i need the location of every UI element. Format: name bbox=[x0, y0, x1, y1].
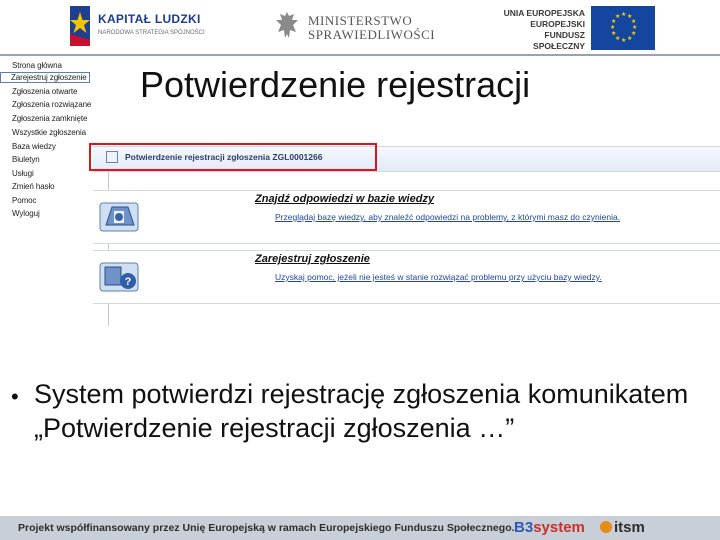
sidebar-item-register-ticket[interactable]: Zarejestruj zgłoszenie bbox=[0, 72, 90, 83]
sidebar-item-help[interactable]: Pomoc bbox=[12, 196, 37, 205]
knowledge-base-card: Znajdź odpowiedzi w bazie wiedzy Przeglą… bbox=[93, 190, 720, 244]
eu-line-2: EUROPEJSKI bbox=[530, 19, 585, 29]
sidebar-item-home[interactable]: Strona główna bbox=[12, 61, 62, 70]
sidebar-item-services[interactable]: Usługi bbox=[12, 169, 34, 178]
header-divider bbox=[0, 54, 720, 56]
card-description-link[interactable]: Uzyskaj pomoc, jeżeli nie jesteś w stani… bbox=[275, 272, 602, 282]
sidebar-item-bulletin[interactable]: Biuletyn bbox=[12, 155, 40, 164]
eu-line-1: UNIA EUROPEJSKA bbox=[503, 8, 585, 18]
footer-funding-note: Projekt współfinansowany przez Unię Euro… bbox=[18, 522, 515, 534]
card-heading[interactable]: Znajdź odpowiedzi w bazie wiedzy bbox=[255, 193, 434, 205]
card-description-link[interactable]: Przeglądaj bazę wiedzy, aby znaleźć odpo… bbox=[275, 212, 620, 222]
ministry-line-2: SPRAWIEDLIWOŚCI bbox=[308, 27, 436, 42]
sidebar-menu: Strona główna Zarejestruj zgłoszenie Zgł… bbox=[0, 58, 100, 228]
bullet-marker: • bbox=[11, 384, 19, 409]
sidebar-item-change-password[interactable]: Zmień hasło bbox=[12, 182, 55, 191]
bullet-text: System potwierdzi rejestrację zgłoszenia… bbox=[34, 379, 689, 443]
svg-text:★: ★ bbox=[610, 24, 615, 31]
svg-text:★: ★ bbox=[615, 13, 620, 20]
kapital-ludzki-logo: KAPITAŁ LUDZKI NARODOWA STRATEGIA SPÓJNO… bbox=[66, 6, 211, 50]
register-ticket-card: ? Zarejestruj zgłoszenie Uzyskaj pomoc, … bbox=[93, 250, 720, 304]
footer: Projekt współfinansowany przez Unię Euro… bbox=[0, 516, 720, 540]
logo-band: KAPITAŁ LUDZKI NARODOWA STRATEGIA SPÓJNO… bbox=[0, 0, 720, 56]
help-request-icon: ? bbox=[99, 262, 139, 292]
itsm-logo-text: itsm bbox=[614, 519, 645, 536]
itsm-dot-icon bbox=[600, 521, 612, 533]
eu-text: UNIA EUROPEJSKA EUROPEJSKI FUNDUSZ SPOŁE… bbox=[493, 8, 585, 52]
kapital-ludzki-title: KAPITAŁ LUDZKI bbox=[98, 12, 201, 26]
svg-text:★: ★ bbox=[627, 35, 632, 42]
ministry-logo: MINISTERSTWO SPRAWIEDLIWOŚCI bbox=[274, 10, 436, 50]
b3system-logo: B3system bbox=[514, 519, 585, 536]
sidebar-item-logout[interactable]: Wyloguj bbox=[12, 209, 40, 218]
knowledge-base-icon bbox=[99, 202, 139, 232]
svg-text:★: ★ bbox=[611, 30, 616, 37]
svg-text:★: ★ bbox=[621, 11, 626, 18]
kapital-ludzki-star-icon bbox=[70, 6, 90, 46]
eagle-emblem-icon bbox=[276, 12, 298, 38]
eu-logo: UNIA EUROPEJSKA EUROPEJSKI FUNDUSZ SPOŁE… bbox=[493, 6, 663, 52]
kapital-ludzki-subtitle: NARODOWA STRATEGIA SPÓJNOŚCI bbox=[98, 30, 205, 36]
sidebar-item-knowledge-base[interactable]: Baza wiedzy bbox=[12, 142, 56, 151]
slide-title: Potwierdzenie rejestracji bbox=[140, 64, 531, 105]
b3system-logo-system: system bbox=[533, 519, 585, 536]
highlight-frame bbox=[89, 143, 377, 171]
sidebar-item-resolved-tickets[interactable]: Zgłoszenia rozwiązane bbox=[12, 100, 91, 109]
sidebar-item-closed-tickets[interactable]: Zgłoszenia zamknięte bbox=[12, 114, 87, 123]
sidebar-item-all-tickets[interactable]: Wszystkie zgłoszenia bbox=[12, 128, 86, 137]
eu-flag-icon: ★ ★★ ★★★ ★★★ ★★★ bbox=[591, 6, 655, 50]
sidebar-item-open-tickets[interactable]: Zgłoszenia otwarte bbox=[12, 87, 77, 96]
eu-line-3: FUNDUSZ SPOŁECZNY bbox=[533, 30, 585, 51]
svg-text:?: ? bbox=[125, 276, 132, 288]
itsm-logo: itsm bbox=[600, 519, 645, 536]
b3system-logo-b3: B3 bbox=[514, 519, 534, 536]
svg-text:★: ★ bbox=[621, 37, 626, 44]
card-heading[interactable]: Zarejestruj zgłoszenie bbox=[255, 253, 370, 265]
